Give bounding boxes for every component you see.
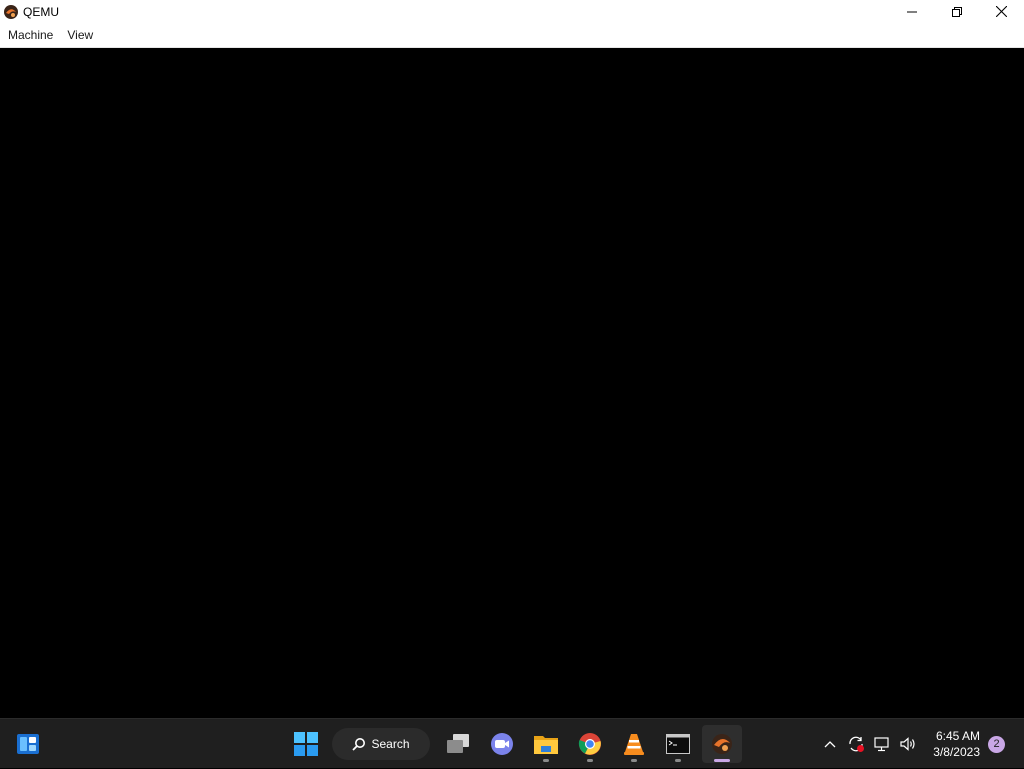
- menu-view[interactable]: View: [61, 23, 99, 47]
- close-icon: [996, 6, 1007, 17]
- search-icon: [352, 738, 366, 751]
- volume-button[interactable]: [896, 732, 920, 756]
- minimize-button[interactable]: [889, 0, 934, 23]
- widgets-icon: [17, 734, 39, 754]
- sync-icon: [849, 736, 865, 752]
- clock-date: 3/8/2023: [933, 745, 980, 759]
- taskbar: Search 6:45 AM 3/8/2023 2: [0, 718, 1024, 768]
- window-title: QEMU: [23, 4, 59, 19]
- widgets-button[interactable]: [10, 727, 46, 761]
- running-indicator: [587, 759, 593, 762]
- window-controls: [889, 0, 1024, 23]
- taskbar-apps: Search: [284, 724, 744, 764]
- terminal-button[interactable]: [658, 725, 698, 763]
- volume-icon: [900, 737, 915, 751]
- vlc-button[interactable]: [614, 725, 654, 763]
- task-view-button[interactable]: [438, 725, 478, 763]
- vlc-icon: [624, 734, 644, 755]
- file-explorer-button[interactable]: [526, 725, 566, 763]
- file-explorer-icon: [534, 736, 558, 754]
- sync-tray-button[interactable]: [844, 732, 868, 756]
- network-icon: [874, 737, 889, 752]
- qemu-window: QEMU Machine View: [0, 0, 1024, 718]
- running-indicator: [675, 759, 681, 762]
- active-indicator: [714, 759, 730, 762]
- clock[interactable]: 6:45 AM 3/8/2023: [933, 728, 980, 760]
- start-icon: [294, 732, 318, 756]
- restore-button[interactable]: [934, 0, 979, 23]
- restore-icon: [951, 6, 962, 17]
- network-button[interactable]: [870, 732, 894, 756]
- running-indicator: [543, 759, 549, 762]
- running-indicator: [631, 759, 637, 762]
- teams-meet-icon: [491, 733, 513, 755]
- close-button[interactable]: [979, 0, 1024, 23]
- search-label: Search: [371, 737, 410, 751]
- taskbar-search[interactable]: Search: [332, 728, 430, 760]
- title-bar[interactable]: QEMU: [0, 0, 1024, 23]
- menu-bar: Machine View: [0, 23, 1024, 48]
- notification-badge[interactable]: 2: [988, 735, 1005, 753]
- qemu-icon: [3, 4, 19, 20]
- qemu-icon: [712, 734, 732, 754]
- teams-button[interactable]: [482, 725, 522, 763]
- system-tray: 6:45 AM 3/8/2023 2: [817, 719, 1024, 769]
- start-button[interactable]: [286, 725, 326, 763]
- task-view-icon: [447, 734, 469, 753]
- show-hidden-icons-button[interactable]: [818, 732, 842, 756]
- chevron-up-icon: [824, 741, 836, 748]
- clock-time: 6:45 AM: [935, 729, 980, 743]
- qemu-taskbar-button[interactable]: [702, 725, 742, 763]
- chrome-icon: [578, 733, 601, 755]
- terminal-icon: [666, 734, 690, 754]
- minimize-icon: [906, 11, 917, 12]
- chrome-button[interactable]: [570, 725, 610, 763]
- vm-display[interactable]: [0, 48, 1024, 718]
- menu-machine[interactable]: Machine: [2, 23, 59, 47]
